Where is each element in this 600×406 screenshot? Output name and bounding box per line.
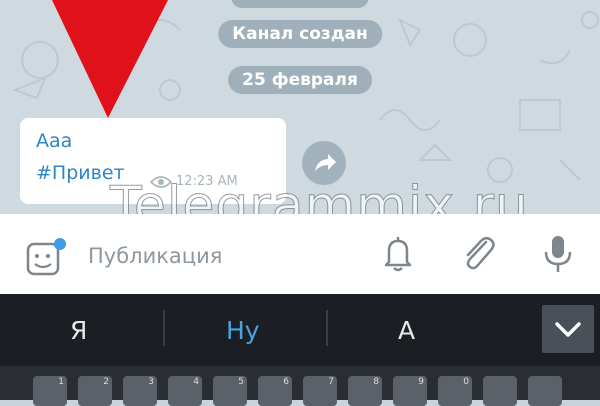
keyboard-key[interactable]: 7 xyxy=(303,376,337,406)
key-hint: 7 xyxy=(328,377,334,387)
suggestion-1[interactable]: Я xyxy=(70,316,87,345)
annotation-arrow xyxy=(52,0,168,118)
watermark: Telegrammix.ru xyxy=(109,176,530,215)
key-hint: 8 xyxy=(373,377,379,387)
keyboard-key[interactable] xyxy=(528,376,562,406)
service-message-channel-created: Канал создан xyxy=(218,20,382,48)
keyboard-key[interactable]: 4 xyxy=(168,376,202,406)
key-hint: 2 xyxy=(103,377,109,387)
service-message-date: 25 февраля xyxy=(228,66,372,94)
keyboard-key[interactable]: 1 xyxy=(33,376,67,406)
suggestion-divider xyxy=(326,310,328,346)
key-hint: 6 xyxy=(283,377,289,387)
keyboard-key[interactable]: 8 xyxy=(348,376,382,406)
message-title: Ааа xyxy=(36,130,73,152)
key-hint: 1 xyxy=(58,377,64,387)
keyboard-key[interactable]: 3 xyxy=(123,376,157,406)
key-hint: 0 xyxy=(463,377,469,387)
key-hint: 3 xyxy=(148,377,154,387)
key-hint: 9 xyxy=(418,377,424,387)
suggestion-3[interactable]: А xyxy=(398,316,415,345)
suggestion-2[interactable]: Ну xyxy=(226,316,260,345)
paperclip-icon[interactable] xyxy=(458,232,498,274)
chevron-down-icon xyxy=(555,322,581,337)
key-hint: 4 xyxy=(193,377,199,387)
keyboard-key[interactable]: 0 xyxy=(438,376,472,406)
microphone-icon[interactable] xyxy=(540,232,576,276)
keyboard-key[interactable] xyxy=(483,376,517,406)
publication-input[interactable] xyxy=(88,244,358,268)
bell-icon[interactable] xyxy=(380,234,416,274)
keyboard-suggestion-bar xyxy=(0,294,600,366)
keyboard-key[interactable]: 9 xyxy=(393,376,427,406)
keyboard-key[interactable]: 6 xyxy=(258,376,292,406)
chat-background: Канал создан 25 февраля Ааа #Привет 12:2… xyxy=(0,0,600,214)
keyboard-key[interactable]: 2 xyxy=(78,376,112,406)
suggestion-divider xyxy=(163,310,165,346)
keyboard-key[interactable]: 5 xyxy=(213,376,247,406)
key-hint: 5 xyxy=(238,377,244,387)
sticker-icon[interactable] xyxy=(24,238,70,278)
collapse-keyboard-button[interactable] xyxy=(542,305,594,353)
service-message-clipped xyxy=(231,0,369,8)
